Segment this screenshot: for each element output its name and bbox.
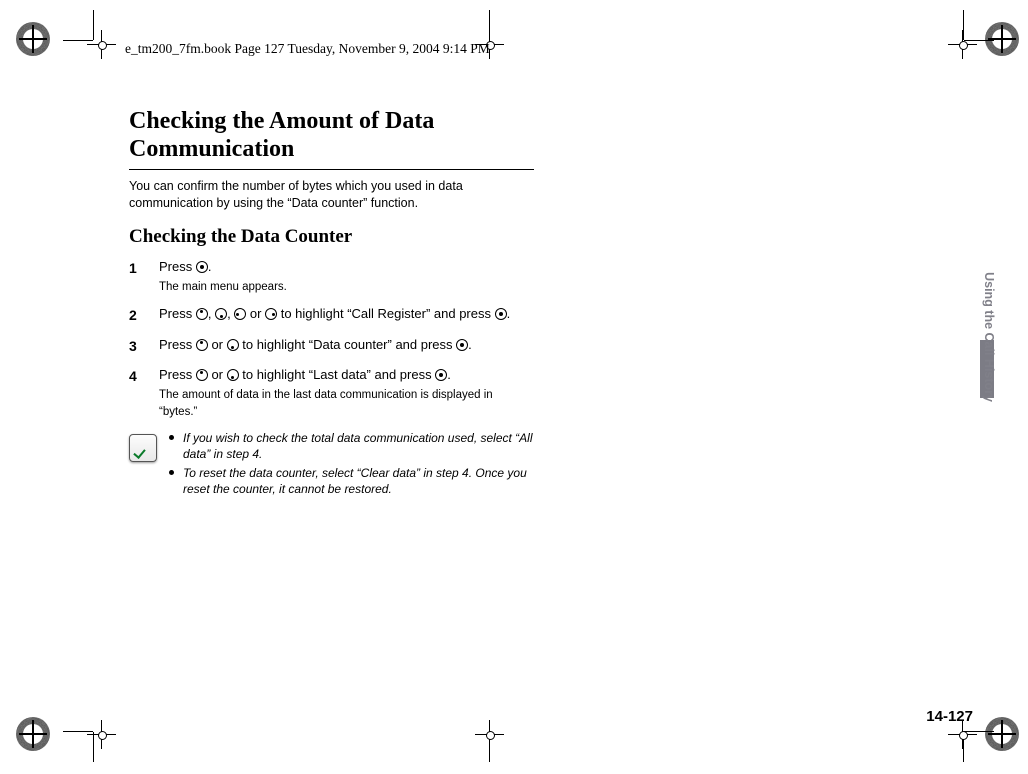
nav-down-icon xyxy=(227,339,239,351)
page-title: Checking the Amount of Data Communicatio… xyxy=(129,108,534,163)
step-text: . xyxy=(208,259,212,274)
note-text: If you wish to check the total data comm… xyxy=(183,430,534,462)
nav-center-icon xyxy=(456,339,468,351)
step-1: 1 Press . The main menu appears. xyxy=(129,258,534,296)
side-tab-label: Using the Call History xyxy=(982,272,996,402)
step-text: to highlight “Data counter” and press xyxy=(239,337,457,352)
step-text: , xyxy=(227,306,234,321)
subheading: Checking the Data Counter xyxy=(129,226,534,248)
step-number: 3 xyxy=(129,336,159,356)
reg-mark-icon xyxy=(16,22,50,56)
nav-center-icon xyxy=(495,308,507,320)
note-box: If you wish to check the total data comm… xyxy=(129,430,534,499)
step-text: or xyxy=(208,367,227,382)
content-column: Checking the Amount of Data Communicatio… xyxy=(129,108,534,499)
step-text: . xyxy=(447,367,451,382)
step-number: 1 xyxy=(129,258,159,296)
step-text: Press xyxy=(159,367,196,382)
step-text: to highlight “Last data” and press xyxy=(239,367,436,382)
nav-up-icon xyxy=(196,339,208,351)
step-text: . xyxy=(468,337,472,352)
divider xyxy=(129,169,534,170)
step-text: or xyxy=(246,306,265,321)
nav-center-icon xyxy=(196,261,208,273)
nav-center-icon xyxy=(435,369,447,381)
step-text: , xyxy=(208,306,215,321)
bullet-icon xyxy=(169,430,183,462)
nav-down-icon xyxy=(215,308,227,320)
reg-mark-icon xyxy=(16,717,50,751)
step-text: . xyxy=(507,306,511,321)
note-text: To reset the data counter, select “Clear… xyxy=(183,465,534,497)
check-icon xyxy=(129,434,157,462)
nav-up-icon xyxy=(196,308,208,320)
page-frame: e_tm200_7fm.book Page 127 Tuesday, Novem… xyxy=(63,10,994,762)
page-header: e_tm200_7fm.book Page 127 Tuesday, Novem… xyxy=(125,41,490,57)
nav-up-icon xyxy=(196,369,208,381)
step-4: 4 Press or to highlight “Last data” and … xyxy=(129,366,534,420)
intro-text: You can confirm the number of bytes whic… xyxy=(129,178,534,212)
step-number: 4 xyxy=(129,366,159,420)
step-text: Press xyxy=(159,337,196,352)
nav-left-icon xyxy=(234,308,246,320)
step-text: to highlight “Call Register” and press xyxy=(277,306,495,321)
step-text: Press xyxy=(159,306,196,321)
step-3: 3 Press or to highlight “Data counter” a… xyxy=(129,336,534,356)
step-subtext: The main menu appears. xyxy=(159,279,534,296)
step-2: 2 Press , , or to highlight “Call Regist… xyxy=(129,305,534,325)
bullet-icon xyxy=(169,465,183,497)
step-text: Press xyxy=(159,259,196,274)
side-tab: Using the Call History xyxy=(980,340,994,610)
nav-right-icon xyxy=(265,308,277,320)
step-number: 2 xyxy=(129,305,159,325)
step-subtext: The amount of data in the last data comm… xyxy=(159,387,534,420)
nav-down-icon xyxy=(227,369,239,381)
step-text: or xyxy=(208,337,227,352)
page-number: 14-127 xyxy=(926,708,973,725)
